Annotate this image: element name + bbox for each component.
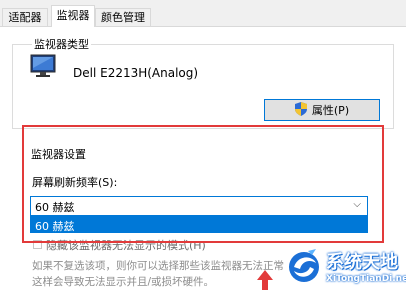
dropdown-option[interactable]: 60 赫兹 xyxy=(35,218,75,234)
watermark-title: 系统天地 xyxy=(326,252,398,273)
watermark: 系统天地 XiTongTianDi.net xyxy=(286,245,406,290)
arrow-up-icon xyxy=(256,270,274,290)
hide-modes-checkbox[interactable] xyxy=(33,240,42,249)
shield-icon xyxy=(294,101,307,119)
refresh-rate-dropdown[interactable]: 60 赫兹 xyxy=(30,216,368,233)
hint-line-1: 如果不复选该项，则你可以选择那些该监视器无法正常 xyxy=(32,260,284,272)
properties-button-label: 属性(P) xyxy=(311,104,350,117)
hide-modes-label: 隐藏该监视器无法显示的模式(H) xyxy=(46,239,206,252)
tab-monitor[interactable]: 监视器 xyxy=(51,5,95,27)
watermark-logo-icon xyxy=(289,249,319,282)
monitor-name: Dell E2213H(Analog) xyxy=(73,66,199,80)
chevron-down-icon: ⌵ xyxy=(353,199,361,210)
tab-color-management[interactable]: 颜色管理 xyxy=(95,8,151,26)
monitor-settings-title: 监视器设置 xyxy=(31,148,86,161)
watermark-subtitle: XiTongTianDi.net xyxy=(326,274,406,284)
refresh-rate-label: 屏幕刷新频率(S): xyxy=(32,176,118,189)
properties-button[interactable]: 属性(P) xyxy=(264,99,380,121)
monitor-icon xyxy=(30,54,58,80)
refresh-rate-value: 60 赫兹 xyxy=(35,201,75,214)
monitor-type-label: 监视器类型 xyxy=(32,36,91,52)
refresh-rate-select[interactable]: 60 赫兹 ⌵ xyxy=(30,196,368,216)
hint-line-2: 这样会导致无法显示并且/或损坏硬件。 xyxy=(32,276,215,288)
tab-adapter[interactable]: 适配器 xyxy=(2,8,48,26)
